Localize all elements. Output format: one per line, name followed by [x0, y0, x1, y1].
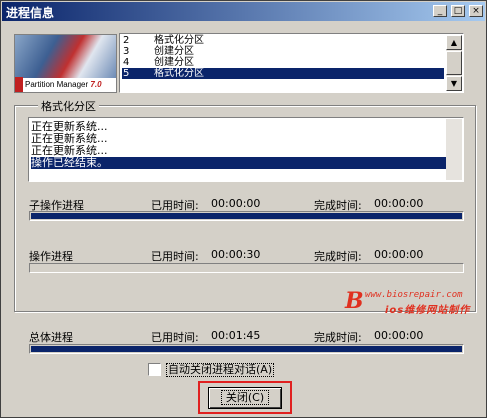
auto-close-checkbox[interactable] [148, 363, 161, 376]
scroll-up-button[interactable]: ▲ [446, 35, 462, 50]
maximize-button[interactable]: □ [451, 5, 465, 17]
operation-number: 4 [123, 57, 130, 68]
sub-progress-fill [31, 213, 462, 219]
window-title: 进程信息 [6, 6, 55, 20]
total-finish-label: 完成时间: [314, 331, 362, 344]
auto-close-label[interactable]: 自动关闭进程对话(A) [166, 363, 275, 377]
group-label: 格式化分区 [38, 98, 99, 114]
operation-number: 3 [123, 46, 130, 57]
total-progress-bar [29, 344, 464, 354]
operation-name: 创建分区 [154, 57, 194, 68]
operation-name: 格式化分区 [154, 35, 204, 46]
close-button[interactable]: 关闭(C) [208, 387, 282, 409]
operation-name: 格式化分区 [154, 68, 204, 79]
sub-elapsed-value: 00:00:00 [211, 197, 261, 210]
operation-number: 2 [123, 35, 130, 46]
product-name: Partition Manager 7.0 [25, 80, 102, 89]
operation-row[interactable]: 3 创建分区 [122, 46, 444, 57]
op-progress-label: 操作进程 [29, 250, 73, 263]
total-finish-value: 00:00:00 [374, 329, 424, 342]
banner-stripe [15, 77, 23, 92]
total-progress-label: 总体进程 [29, 331, 73, 344]
op-progress-bar [29, 263, 464, 273]
title-bar[interactable]: 进程信息 _ □ × [2, 2, 485, 21]
log-row-selected[interactable]: 操作已经结束。 [31, 157, 446, 169]
scroll-down-button[interactable]: ▼ [446, 76, 462, 91]
operations-scrollbar[interactable]: ▲ ▼ [446, 35, 462, 91]
process-info-window: 进程信息 _ □ × Partition Manager 7.0 2 格式化分区… [0, 0, 487, 418]
op-finish-value: 00:00:00 [374, 248, 424, 261]
sub-finish-value: 00:00:00 [374, 197, 424, 210]
minimize-button[interactable]: _ [433, 5, 447, 17]
total-progress-fill [31, 346, 462, 352]
watermark-logo: B [345, 288, 364, 314]
close-button-label: 关闭(C) [220, 390, 270, 405]
sub-progress-bar [29, 211, 464, 221]
operations-list[interactable]: 2 格式化分区 3 创建分区 4 创建分区 5 格式化分区 ▲ ▼ [119, 33, 464, 93]
log-scrollbar[interactable] [446, 119, 462, 180]
operation-row[interactable]: 4 创建分区 [122, 57, 444, 68]
total-elapsed-label: 已用时间: [151, 331, 199, 344]
op-elapsed-value: 00:00:30 [211, 248, 261, 261]
op-finish-label: 完成时间: [314, 250, 362, 263]
operation-name: 创建分区 [154, 46, 194, 57]
watermark-name: ios维修网站制作 [385, 305, 471, 316]
product-name-text: Partition Manager [25, 80, 89, 89]
banner-artwork [15, 35, 116, 78]
scroll-thumb[interactable] [446, 51, 462, 75]
product-banner: Partition Manager 7.0 [14, 34, 117, 93]
op-elapsed-label: 已用时间: [151, 250, 199, 263]
site-watermark: B www.biosrepair.com ios维修网站制作 [345, 288, 477, 316]
operation-number: 5 [123, 68, 130, 79]
operation-row[interactable]: 2 格式化分区 [122, 35, 444, 46]
close-window-button[interactable]: × [469, 5, 483, 17]
operation-log-list[interactable]: 正在更新系统... 正在更新系统... 正在更新系统... 操作已经结束。 [28, 117, 464, 182]
watermark-url: www.biosrepair.com [365, 290, 463, 300]
operation-row-selected[interactable]: 5 格式化分区 [122, 68, 444, 79]
product-version: 7.0 [90, 80, 102, 89]
total-elapsed-value: 00:01:45 [211, 329, 261, 342]
